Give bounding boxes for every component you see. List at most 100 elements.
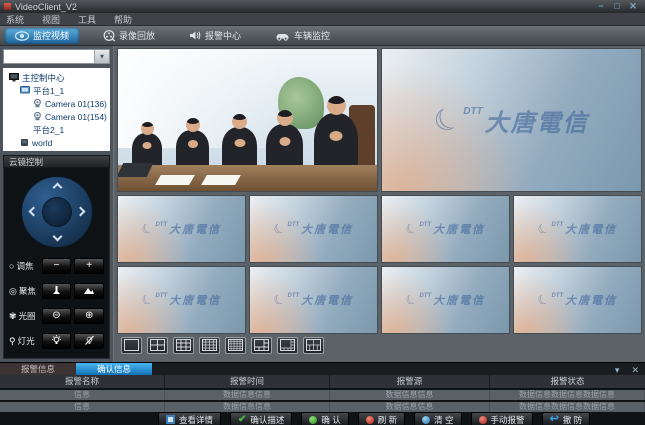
tree-node-camera-136[interactable]: Camera 01(136) [7,97,110,110]
ptz-row-label: 调焦 [16,260,33,272]
ptz-row-label: 灯光 [18,335,35,347]
confirm-button[interactable]: 确 认 [301,412,348,425]
tab-playback[interactable]: 录像回放 [93,28,165,44]
video-cell-logo[interactable]: ☾DTT大唐電信 [117,266,246,334]
bulb-icon: ⚲ [9,336,16,347]
video-cell-logo[interactable]: ☾DTT大唐電信 [513,195,642,263]
refresh-button[interactable]: 刷 新 [358,412,405,425]
red-dot-icon [366,416,374,424]
layout-16-button[interactable] [199,337,220,354]
menu-tools[interactable]: 工具 [78,13,96,26]
layout-25-button[interactable] [225,337,246,354]
app-window: VideoClient_V2 − □ ✕ 系统 视图 工具 帮助 监控视频 录像… [0,0,645,425]
table-row[interactable]: 信息 数据信息信息 数据信息信息 数据信息数据信息数据信息 [0,402,645,412]
camera-icon [33,112,42,121]
ptz-panel-header[interactable]: 云镜控制 [3,155,110,168]
video-cell-live[interactable] [117,48,378,192]
iris-open-button[interactable]: ⊕ [74,308,104,324]
ptz-hub[interactable] [42,197,72,227]
tab-confirm-info[interactable]: 确认信息 [76,363,152,375]
tab-alarm-info[interactable]: 报警信息 [0,363,76,375]
manual-alarm-button[interactable]: 手动报警 [471,412,533,425]
layout-16-icon [202,339,217,351]
layout-1-button[interactable] [121,337,142,354]
zoom-in-button[interactable]: + [74,258,104,274]
clear-button[interactable]: 清 空 [414,412,461,425]
alarm-action-bar: 查看详情 ✔ 确认描述 确 认 刷 新 清 空 手动报警 [0,412,645,425]
light-off-button[interactable] [74,333,104,349]
tree-node-world-1[interactable]: world [7,136,110,149]
video-cell-logo[interactable]: ☾DTT大唐電信 [117,195,246,263]
close-panel-icon[interactable]: ✕ [631,365,639,375]
tree-node-camera-154[interactable]: Camera 01(154) [7,110,110,123]
details-icon [166,415,175,424]
layout-1-5-icon [254,339,269,351]
zoom-out-button[interactable]: − [42,258,72,274]
chevron-down-icon[interactable]: ▾ [94,50,109,63]
confirm-description-button[interactable]: ✔ 确认描述 [230,412,292,425]
speaker-icon [189,30,201,41]
ptz-right-arrow[interactable] [75,207,85,217]
ptz-down-arrow[interactable] [52,232,62,242]
video-cell-logo[interactable]: ☾ DTT 大唐電信 [381,48,642,192]
video-cell-logo[interactable]: ☾DTT大唐電信 [381,195,510,263]
crescent-icon: ☾ [535,220,552,239]
collapse-panel-icon[interactable]: ▾ [615,365,620,375]
crescent-icon: ☾ [139,291,156,310]
focus-near-button[interactable] [42,283,72,299]
dtt-watermark: ☾DTT大唐電信 [382,196,509,262]
tab-monitor-video[interactable]: 监控视频 [5,28,79,44]
table-row[interactable]: 信息 数据信息信息 数据信息信息 数据信息数据信息数据信息 [0,390,645,400]
ptz-row-light: ⚲灯光 [9,333,104,349]
tree-node-platform-2[interactable]: 平台2_1 [7,123,110,136]
light-on-button[interactable] [42,333,72,349]
layout-1-7-icon [280,339,295,351]
video-cell-logo[interactable]: ☾DTT大唐電信 [249,266,378,334]
layout-9-button[interactable] [173,337,194,354]
ptz-row-label: 聚焦 [19,285,36,297]
ptz-dpad[interactable] [21,176,93,248]
disarm-button[interactable]: ↩ 撤 防 [542,412,591,425]
light-on-icon [51,335,62,346]
tree-node-label: Camera 01(136) [45,99,107,109]
focus-ring-icon: ◎ [9,286,17,297]
dtt-watermark: ☾DTT大唐電信 [118,267,245,333]
menu-view[interactable]: 视图 [42,13,60,26]
layout-1-7-button[interactable] [277,337,298,354]
tree-node-platform-1[interactable]: 平台1_1 [7,84,110,97]
video-cell-logo[interactable]: ☾DTT大唐電信 [381,266,510,334]
view-details-button[interactable]: 查看详情 [158,412,221,425]
green-dot-icon [309,416,317,424]
ptz-up-arrow[interactable] [52,183,62,193]
layout-1-5-button[interactable] [251,337,272,354]
tab-alarm-center[interactable]: 报警中心 [179,28,251,44]
tree-node-world-2[interactable]: world [7,149,110,151]
layout-4-button[interactable] [147,337,168,354]
tree-node-control-center[interactable]: 主控制中心 [7,71,110,84]
iris-close-button[interactable]: ⊖ [42,308,72,324]
menu-system[interactable]: 系统 [6,13,24,26]
window-title: VideoClient_V2 [15,2,593,12]
layout-6-button[interactable] [303,337,324,354]
menu-help[interactable]: 帮助 [114,13,132,26]
device-search-combobox[interactable]: ▾ [3,49,110,64]
video-cell-logo[interactable]: ☾DTT大唐電信 [249,195,378,263]
blue-dot-icon [422,416,430,424]
maximize-button[interactable]: □ [609,1,625,12]
close-button[interactable]: ✕ [625,1,641,12]
crescent-icon: ☾ [139,220,156,239]
video-cell-logo[interactable]: ☾DTT大唐電信 [513,266,642,334]
tab-vehicle-monitor[interactable]: 车辆监控 [265,28,340,44]
crescent-icon: ☾ [428,98,468,142]
camera-icon [33,99,42,108]
ptz-panel: ○调焦 − + ◎聚焦 ✾光圈 ⊖ ⊕ [3,168,110,359]
minimize-button[interactable]: − [593,1,609,12]
video-grid: ☾ DTT 大唐電信 ☾DTT大唐電信 ☾DTT大唐電信 ☾DTT大唐電信 ☾D… [117,48,642,334]
layout-25-icon [228,339,243,351]
car-icon [275,31,290,41]
sidebar: ▾ 主控制中心 平台1_1 [0,46,114,362]
focus-far-button[interactable] [74,283,104,299]
combobox-value[interactable] [4,50,94,63]
ptz-left-arrow[interactable] [28,207,38,217]
dtt-watermark: ☾DTT大唐電信 [382,267,509,333]
